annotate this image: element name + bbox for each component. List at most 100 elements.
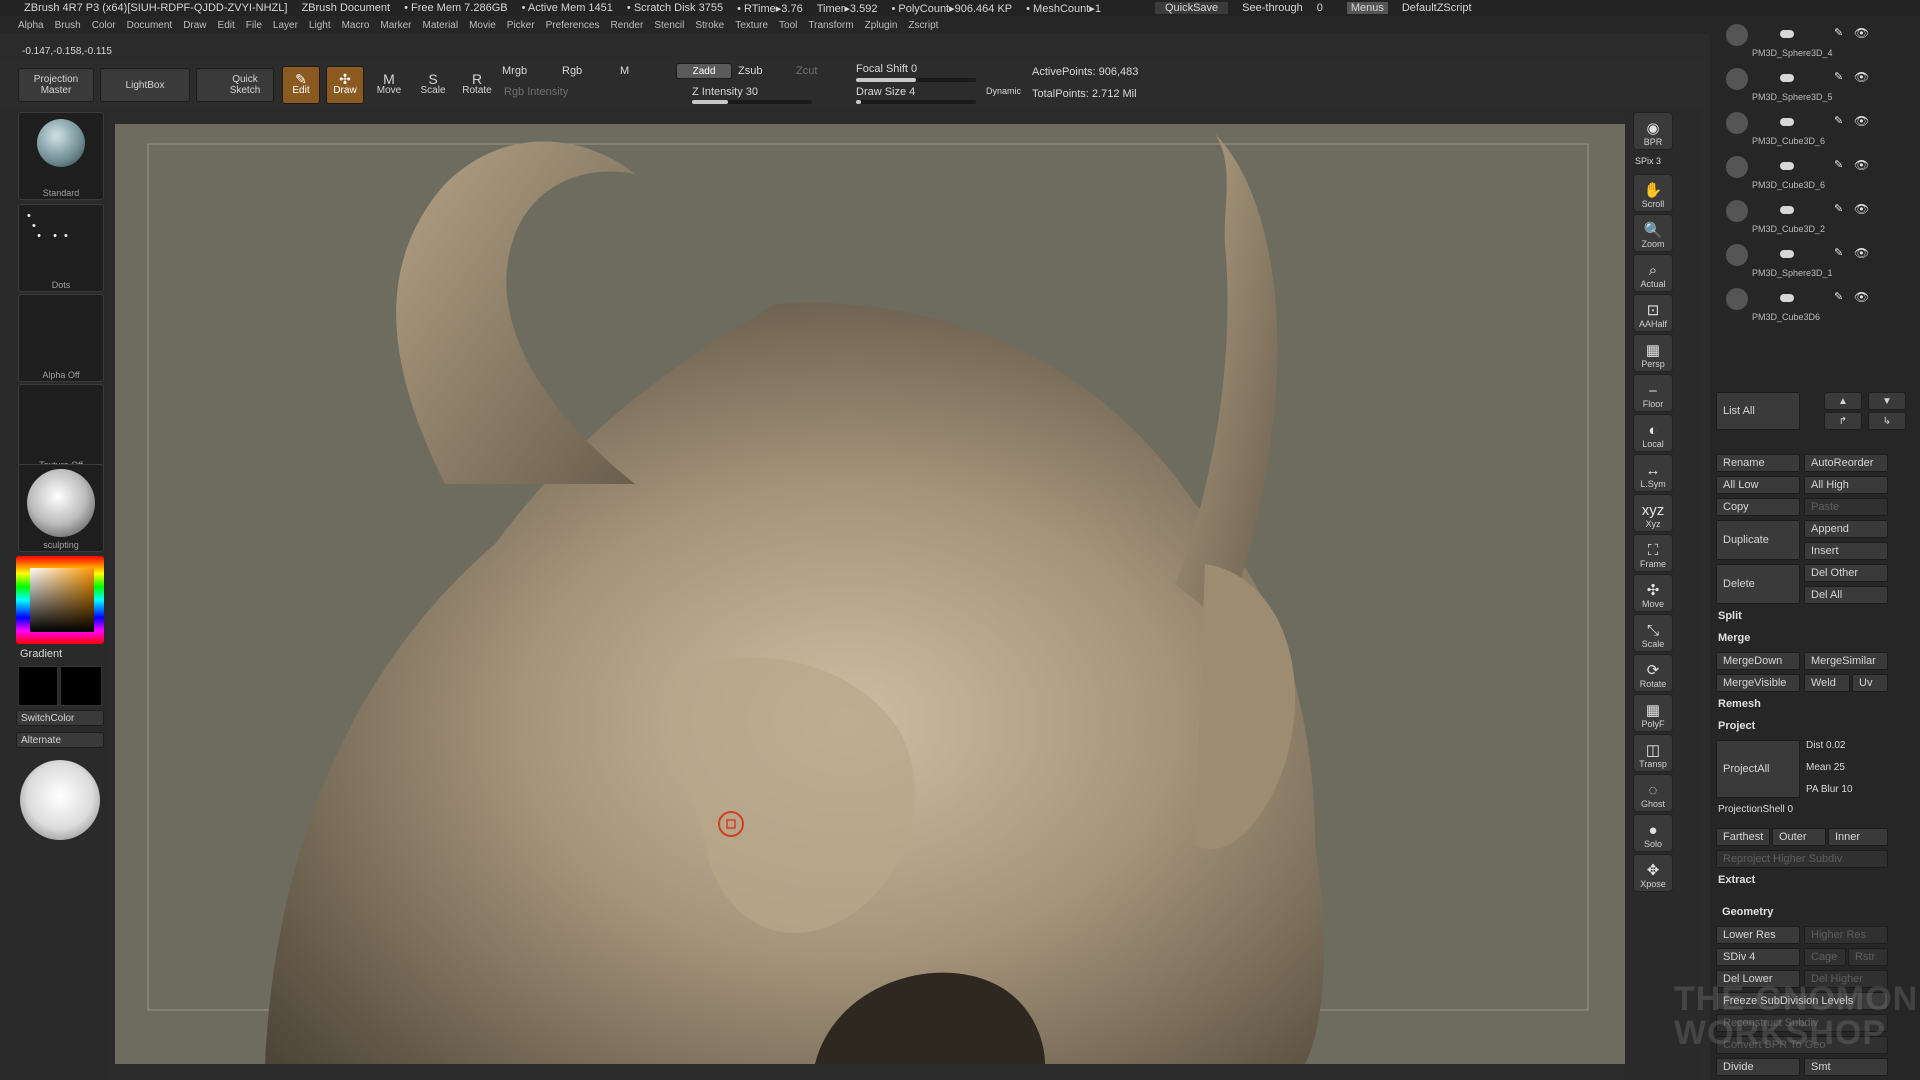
merge-section[interactable]: Merge [1718, 632, 1750, 644]
remesh-section[interactable]: Remesh [1718, 698, 1761, 710]
outer-button[interactable]: Outer [1772, 828, 1826, 846]
reproject-button[interactable]: Reproject Higher Subdiv [1716, 850, 1888, 868]
subtool-item[interactable]: ✎ 👁 PM3D_Cube3D_2 [1722, 198, 1892, 238]
aahalf-button[interactable]: ⊡ AAHalf [1633, 294, 1673, 332]
rename-button[interactable]: Rename [1716, 454, 1800, 472]
divide-button[interactable]: Divide [1716, 1058, 1800, 1076]
menu-item-macro[interactable]: Macro [342, 20, 370, 31]
uv-button[interactable]: Uv [1852, 674, 1888, 692]
seethrough-label[interactable]: See-through [1242, 2, 1303, 14]
cage-button[interactable]: Cage [1804, 948, 1846, 966]
copy-button[interactable]: Copy [1716, 498, 1800, 516]
brush-icon[interactable]: ✎ [1834, 158, 1843, 171]
inner-button[interactable]: Inner [1828, 828, 1888, 846]
menu-item-picker[interactable]: Picker [507, 20, 535, 31]
arrow-down-right-icon[interactable]: ↳ [1868, 412, 1906, 430]
frame-button[interactable]: ⛶ Frame [1633, 534, 1673, 572]
menu-item-marker[interactable]: Marker [380, 20, 411, 31]
draw-size-slider[interactable]: Draw Size 4 [856, 86, 915, 98]
zsub-button[interactable]: Zsub [738, 65, 762, 77]
subtool-toggle[interactable] [1780, 162, 1794, 170]
brush-icon[interactable]: ✎ [1834, 290, 1843, 303]
arrow-up-right-icon[interactable]: ↱ [1824, 412, 1862, 430]
move-mode-button[interactable]: M Move [370, 66, 408, 104]
draw-size-track[interactable] [856, 100, 976, 104]
draw-mode-button[interactable]: ✣ Draw [326, 66, 364, 104]
brush-icon[interactable]: ✎ [1834, 70, 1843, 83]
brush-icon[interactable]: ✎ [1834, 246, 1843, 259]
quicksave-button[interactable]: QuickSave [1154, 2, 1229, 14]
sdiv-slider[interactable]: SDiv 4 [1716, 948, 1800, 966]
project-section[interactable]: Project [1718, 720, 1755, 732]
mrgb-button[interactable]: Mrgb [502, 65, 527, 77]
eye-icon[interactable]: 👁 [1854, 70, 1869, 84]
higher-res-button[interactable]: Higher Res [1804, 926, 1888, 944]
rgb-intensity-slider[interactable]: Rgb Intensity [504, 86, 568, 98]
gradient-label[interactable]: Gradient [20, 648, 62, 660]
brush-icon[interactable]: ✎ [1834, 26, 1843, 39]
mergedown-button[interactable]: MergeDown [1716, 652, 1800, 670]
bpr-button[interactable]: ◉ BPR [1633, 112, 1673, 150]
quick-sketch-button[interactable]: Quick Sketch [196, 68, 274, 102]
zoom-button[interactable]: 🔍 Zoom [1633, 214, 1673, 252]
projectall-button[interactable]: ProjectAll [1716, 740, 1800, 798]
scroll-button[interactable]: ✋ Scroll [1633, 174, 1673, 212]
z-intensity-slider[interactable]: Z Intensity 30 [692, 86, 758, 98]
lower-res-button[interactable]: Lower Res [1716, 926, 1800, 944]
lightbox-button[interactable]: LightBox [100, 68, 190, 102]
menus-button[interactable]: Menus [1346, 2, 1388, 14]
menu-item-zscript[interactable]: Zscript [908, 20, 938, 31]
duplicate-button[interactable]: Duplicate [1716, 520, 1800, 560]
actual-button[interactable]: ⌕ Actual [1633, 254, 1673, 292]
eye-icon[interactable]: 👁 [1854, 246, 1869, 260]
menu-item-light[interactable]: Light [309, 20, 331, 31]
all-low-button[interactable]: All Low [1716, 476, 1800, 494]
pa-blur-slider[interactable]: PA Blur 10 [1806, 784, 1853, 795]
extract-section[interactable]: Extract [1718, 874, 1755, 886]
subtool-item[interactable]: ✎ 👁 PM3D_Sphere3D_4 [1722, 22, 1892, 62]
subtool-item[interactable]: ✎ 👁 PM3D_Cube3D_6 [1722, 154, 1892, 194]
menu-item-stroke[interactable]: Stroke [695, 20, 724, 31]
move-down-arrow-icon[interactable]: ▼ [1868, 392, 1906, 410]
menu-item-document[interactable]: Document [127, 20, 173, 31]
insert-button[interactable]: Insert [1804, 542, 1888, 560]
local-button[interactable]: ◐ Local [1633, 414, 1673, 452]
geometry-section[interactable]: Geometry [1722, 906, 1773, 918]
solo-button[interactable]: ● Solo [1633, 814, 1673, 852]
subtool-toggle[interactable] [1780, 206, 1794, 214]
switchcolor-button[interactable]: SwitchColor [16, 710, 104, 726]
rgb-button[interactable]: Rgb [562, 65, 582, 77]
rstr-button[interactable]: Rstr [1848, 948, 1888, 966]
transp-button[interactable]: ◫ Transp [1633, 734, 1673, 772]
smt-toggle[interactable]: Smt [1804, 1058, 1888, 1076]
farthest-button[interactable]: Farthest [1716, 828, 1770, 846]
alpha-selector[interactable]: Alpha Off [18, 294, 104, 382]
subtool-toggle[interactable] [1780, 74, 1794, 82]
eye-icon[interactable]: 👁 [1854, 114, 1869, 128]
m-button[interactable]: M [620, 65, 629, 77]
subtool-item[interactable]: ✎ 👁 PM3D_Sphere3D_1 [1722, 242, 1892, 282]
mean-slider[interactable]: Mean 25 [1806, 762, 1845, 773]
brush-icon[interactable]: ✎ [1834, 202, 1843, 215]
menu-item-tool[interactable]: Tool [779, 20, 797, 31]
polyf-button[interactable]: ▦ PolyF [1633, 694, 1673, 732]
menu-item-brush[interactable]: Brush [55, 20, 81, 31]
material-selector[interactable]: sculpting [18, 464, 104, 552]
alternate-button[interactable]: Alternate [16, 732, 104, 748]
stroke-selector[interactable]: • • • • • Dots [18, 204, 104, 292]
menu-item-color[interactable]: Color [92, 20, 116, 31]
brush-icon[interactable]: ✎ [1834, 114, 1843, 127]
append-button[interactable]: Append [1804, 520, 1888, 538]
scale-mode-button[interactable]: S Scale [414, 66, 452, 104]
persp-button[interactable]: ▦ Persp [1633, 334, 1673, 372]
edit-mode-button[interactable]: ✎ Edit [282, 66, 320, 104]
scale-button[interactable]: ⤡ Scale [1633, 614, 1673, 652]
mergesimilar-button[interactable]: MergeSimilar [1804, 652, 1888, 670]
del-other-button[interactable]: Del Other [1804, 564, 1888, 582]
floor-button[interactable]: ⎯ Floor [1633, 374, 1673, 412]
menu-item-movie[interactable]: Movie [469, 20, 496, 31]
menu-item-stencil[interactable]: Stencil [654, 20, 684, 31]
lsym-button[interactable]: ↔ L.Sym [1633, 454, 1673, 492]
rotate-button[interactable]: ⟳ Rotate [1633, 654, 1673, 692]
zadd-button[interactable]: Zadd [676, 63, 732, 79]
